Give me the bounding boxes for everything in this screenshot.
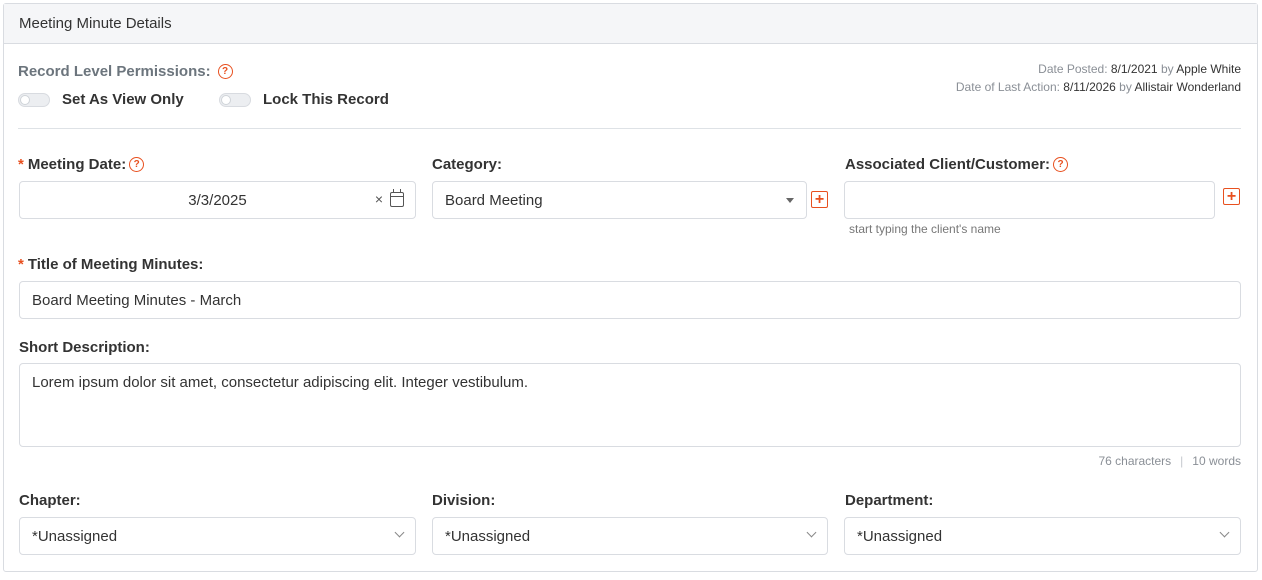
lock-record-label: Lock This Record (263, 91, 389, 108)
add-client-button[interactable]: + (1223, 188, 1240, 205)
help-icon[interactable]: ? (129, 157, 145, 172)
posted-by: Apple White (1176, 62, 1241, 76)
last-action-date: 8/11/2026 (1063, 80, 1116, 94)
count-separator: | (1180, 454, 1184, 468)
view-only-toggle-row: Set As View Only (18, 91, 184, 108)
short-description-label: Short Description: (19, 339, 150, 356)
department-label: Department: (845, 492, 934, 509)
short-description-textarea[interactable]: Lorem ipsum dolor sit amet, consectetur … (19, 363, 1241, 447)
client-hint: start typing the client's name (849, 222, 1001, 236)
help-icon[interactable]: ? (1053, 157, 1069, 172)
department-select[interactable]: *Unassigned (844, 517, 1241, 555)
required-icon: * (18, 156, 24, 173)
chevron-down-icon (1219, 527, 1230, 538)
chevron-down-icon (806, 527, 817, 538)
lock-record-toggle[interactable] (219, 92, 251, 107)
panel-title: Meeting Minute Details (19, 15, 172, 32)
lock-toggle-row: Lock This Record (219, 91, 389, 108)
required-icon: * (18, 256, 24, 273)
last-action-by: Allistair Wonderland (1134, 80, 1242, 94)
help-icon[interactable]: ? (217, 64, 233, 79)
title-label: * Title of Meeting Minutes: (18, 256, 204, 273)
add-category-button[interactable]: + (811, 191, 828, 208)
chapter-label: Chapter: (19, 492, 81, 509)
view-only-toggle[interactable] (18, 92, 50, 107)
division-select[interactable]: *Unassigned (432, 517, 828, 555)
toggle-knob (20, 94, 30, 105)
chapter-select[interactable]: *Unassigned (19, 517, 416, 555)
description-counts: 76 characters | 10 words (1098, 454, 1241, 468)
record-meta: Date Posted: 8/1/2021 by Apple White Dat… (956, 60, 1241, 96)
last-action-line: Date of Last Action: 8/11/2026 by Allist… (955, 80, 1242, 94)
word-count: 10 words (1192, 454, 1241, 468)
category-label: Category: (432, 156, 503, 173)
toggle-knob (221, 94, 231, 105)
category-select[interactable]: Board Meeting (432, 181, 807, 219)
clear-icon[interactable]: × (375, 191, 383, 207)
character-count: 76 characters (1098, 454, 1172, 468)
meeting-date-input[interactable]: 3/3/2025 × (19, 181, 416, 219)
record-permissions-label: Record Level Permissions: ? (18, 63, 233, 80)
client-input[interactable] (844, 181, 1215, 219)
meeting-date-label: * Meeting Date: ? (18, 156, 145, 173)
divider (18, 128, 1241, 129)
division-label: Division: (432, 492, 496, 509)
view-only-label: Set As View Only (62, 91, 184, 108)
date-posted-line: Date Posted: 8/1/2021 by Apple White (1038, 62, 1241, 76)
client-label: Associated Client/Customer: ? (845, 156, 1069, 173)
title-input[interactable]: Board Meeting Minutes - March (19, 281, 1241, 319)
chevron-down-icon (394, 527, 405, 538)
calendar-icon[interactable] (390, 189, 404, 207)
panel-header: Meeting Minute Details (4, 4, 1257, 44)
caret-down-icon (786, 198, 794, 203)
posted-date: 8/1/2021 (1110, 62, 1158, 76)
